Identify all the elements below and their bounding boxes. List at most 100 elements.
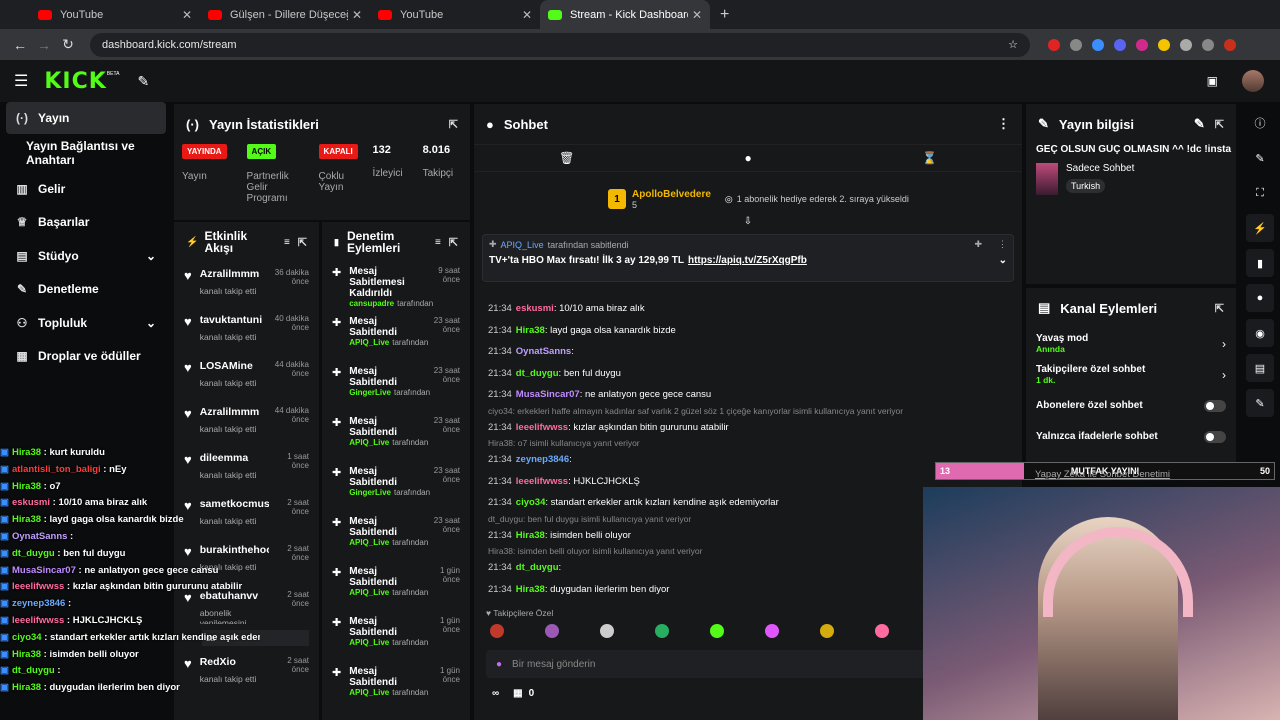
extension-icon[interactable] xyxy=(1070,38,1082,51)
chat-username[interactable]: OynatSanns xyxy=(516,346,571,357)
browser-tab[interactable]: YouTube ✕ xyxy=(370,0,540,29)
avatar[interactable] xyxy=(1242,70,1264,92)
chat-username[interactable]: dt_duygu xyxy=(516,368,559,379)
close-icon[interactable]: ✕ xyxy=(522,8,532,22)
chat-message[interactable]: 21:34 dt_duygu: ben ful duygu xyxy=(474,363,1022,385)
messages-icon[interactable]: ▣ xyxy=(1207,74,1218,88)
channel-action-item[interactable]: Abonelere özel sohbet xyxy=(1026,390,1236,421)
moderator-name[interactable]: GingerLive xyxy=(349,388,391,397)
extension-icon[interactable] xyxy=(1158,38,1170,51)
activity-user[interactable]: Azralilmmm xyxy=(200,268,270,280)
sidebar-item-denetleme[interactable]: ✎ Denetleme xyxy=(0,273,172,307)
chat-message[interactable]: 21:34 leeelifwwss: kızlar aşkından bitin … xyxy=(474,417,1022,439)
emote-icon[interactable] xyxy=(765,624,779,638)
moderator-name[interactable]: APIQ_Live xyxy=(349,638,389,647)
chat-username[interactable]: eskusmi xyxy=(516,303,554,314)
chat-icon[interactable]: ● xyxy=(1246,284,1274,312)
sidebar-item-stream-key[interactable]: Yayın Bağlantısı ve Anahtarı xyxy=(0,134,172,172)
extension-icon[interactable] xyxy=(1048,38,1060,51)
wrench-icon[interactable]: ✎ xyxy=(1246,389,1274,417)
extension-icon[interactable] xyxy=(1092,38,1104,51)
filter-icon[interactable]: ≡ xyxy=(435,237,441,248)
moderator-name[interactable]: APIQ_Live xyxy=(349,688,389,697)
more-icon[interactable]: ⋮ xyxy=(997,116,1010,132)
emote-icon[interactable] xyxy=(545,624,559,638)
kick-logo[interactable]: KICK xyxy=(44,69,106,94)
expand-icon[interactable]: ⇱ xyxy=(298,236,307,249)
close-icon[interactable]: ✕ xyxy=(182,8,192,22)
sidebar-item-studyo[interactable]: ▤ Stüdyo ⌄ xyxy=(0,239,172,273)
activity-user[interactable]: tavuktantuni xyxy=(200,314,270,326)
hourglass-icon[interactable]: ⌛ xyxy=(922,151,937,165)
sidebar-item-droplar[interactable]: ▦ Droplar ve ödüller xyxy=(0,340,172,374)
sidebar-item-basarilar[interactable]: ♕ Başarılar xyxy=(0,206,172,240)
chat-username[interactable]: Hira38 xyxy=(516,530,545,541)
emote-icon[interactable] xyxy=(600,624,614,638)
channel-action-item[interactable]: Yalnızca ifadelerle sohbet xyxy=(1026,421,1236,452)
ai-moderation-label[interactable]: Yapay Zeka ile Sohbet Denetimi xyxy=(1035,469,1170,480)
expand-icon[interactable]: ⇱ xyxy=(1215,302,1224,315)
expand-icon[interactable]: ⇱ xyxy=(1215,118,1224,131)
emote-icon[interactable] xyxy=(710,624,724,638)
chat-username[interactable]: leeelifwwss xyxy=(516,476,568,487)
sidebar-item-topluluk[interactable]: ⚇ Topluluk ⌄ xyxy=(0,306,172,340)
extension-icon[interactable] xyxy=(1136,38,1148,51)
chat-message[interactable]: 21:34 MusaSincar07: ne anlatıyon gece gec… xyxy=(474,384,1022,406)
close-icon[interactable]: ✕ xyxy=(692,8,702,22)
moderator-name[interactable]: APIQ_Live xyxy=(349,438,389,447)
expand-icon[interactable]: ⇱ xyxy=(449,118,458,131)
chevron-down-icon[interactable]: ⌄ xyxy=(999,255,1007,266)
chat-username[interactable]: ciyo34 xyxy=(516,497,546,508)
profile-icon[interactable] xyxy=(1224,38,1236,51)
moderator-name[interactable]: APIQ_Live xyxy=(349,338,389,347)
chat-username[interactable]: Hira38 xyxy=(516,584,545,595)
store-icon[interactable]: ▦ xyxy=(513,688,522,699)
chat-username[interactable]: dt_duygu xyxy=(516,562,559,573)
more-icon[interactable]: ⋮ xyxy=(998,239,1007,250)
chat-message[interactable]: 21:34 eskusmi: 10/10 ama biraz alık xyxy=(474,298,1022,320)
extensions-puzzle-icon[interactable] xyxy=(1180,38,1192,51)
chat-bubble-icon[interactable]: ● xyxy=(745,151,752,165)
chat-username[interactable]: MusaSincar07 xyxy=(516,389,580,400)
url-field[interactable]: dashboard.kick.com/stream ☆ xyxy=(90,32,1030,57)
close-icon[interactable]: ✕ xyxy=(352,8,362,22)
chat-username[interactable]: Hira38 xyxy=(516,325,545,336)
channel-action-item[interactable]: Takipçilere özel sohbet 1 dk. › xyxy=(1026,359,1236,390)
server-icon[interactable]: ▤ xyxy=(1246,354,1274,382)
browser-tab[interactable]: Gülşen - Dillere Düşeceğiz ✕ xyxy=(200,0,370,29)
emote-icon[interactable] xyxy=(875,624,889,638)
moderator-name[interactable]: cansupadre xyxy=(349,299,394,308)
chat-message[interactable]: 21:34 OynatSanns: xyxy=(474,341,1022,363)
moderator-name[interactable]: APIQ_Live xyxy=(349,538,389,547)
document-icon[interactable]: ▮ xyxy=(1246,249,1274,277)
pin-icon[interactable]: ✎ xyxy=(137,73,149,90)
sidebar-item-yayin[interactable]: (·) Yayın xyxy=(6,102,166,134)
broadcast-icon[interactable]: ◉ xyxy=(1246,319,1274,347)
chat-message[interactable]: 21:34 Hira38: layd gaga olsa kanardık biz… xyxy=(474,320,1022,342)
sidebar-item-gelir[interactable]: ▥ Gelir xyxy=(0,172,172,206)
bookmark-icon[interactable]: ☆ xyxy=(1008,38,1018,51)
moderator-name[interactable]: GingerLive xyxy=(349,488,391,497)
back-icon[interactable]: ← xyxy=(8,37,32,53)
browser-tab-active[interactable]: Stream - Kick Dashboard ✕ xyxy=(540,0,710,29)
menu-icon[interactable]: ☰ xyxy=(14,71,28,91)
toggle-switch[interactable] xyxy=(1204,399,1226,412)
media-icon[interactable] xyxy=(1202,38,1214,51)
channel-action-item[interactable]: Yavaş mod Anında › xyxy=(1026,328,1236,359)
fullscreen-icon[interactable]: ⛶ xyxy=(1246,179,1274,207)
chat-username[interactable]: zeynep3846 xyxy=(516,454,569,465)
activity-user[interactable]: Azralilmmm xyxy=(200,406,270,418)
trash-icon[interactable]: 🗑 xyxy=(559,151,574,165)
forward-icon[interactable]: → xyxy=(32,37,56,53)
bolt-icon[interactable]: ⚡ xyxy=(1246,214,1274,242)
edit-icon[interactable]: ✎ xyxy=(1246,144,1274,172)
emote-icon[interactable] xyxy=(820,624,834,638)
info-icon[interactable]: ⓘ xyxy=(1246,109,1274,137)
browser-tab[interactable]: YouTube ✕ xyxy=(30,0,200,29)
reload-icon[interactable]: ↻ xyxy=(56,36,80,53)
extension-icon[interactable] xyxy=(1114,38,1126,51)
filter-icon[interactable]: ≡ xyxy=(284,237,290,248)
new-tab-icon[interactable]: + xyxy=(720,6,729,24)
chat-username[interactable]: leeelifwwss xyxy=(516,422,568,433)
edit-icon[interactable]: ✎ xyxy=(1194,116,1205,132)
